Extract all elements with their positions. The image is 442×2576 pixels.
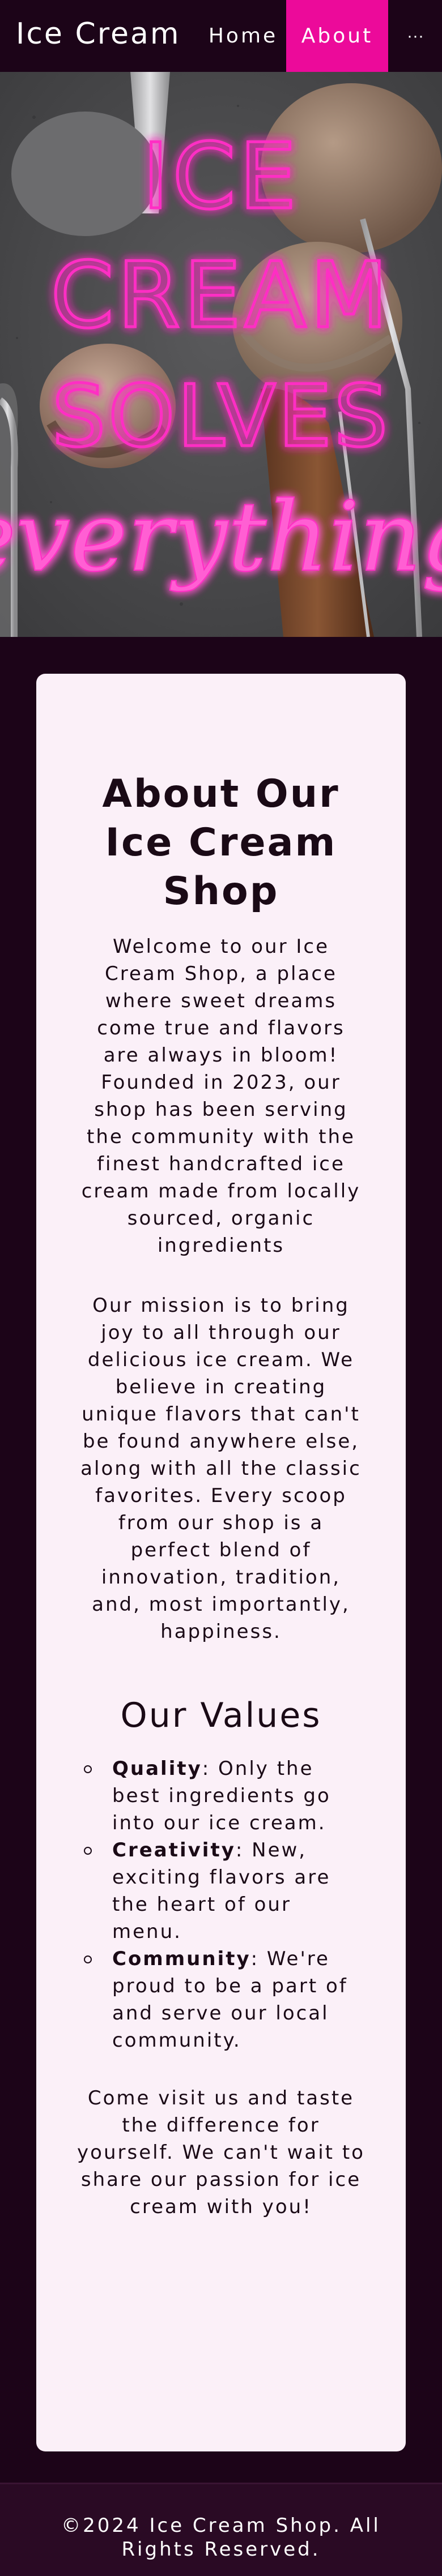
navbar: Ice Cream Home About ··· [0, 0, 442, 72]
values-heading: Our Values [120, 1696, 322, 1735]
ellipsis-icon[interactable]: ··· [397, 0, 434, 72]
nav-item-home[interactable]: Home [203, 0, 283, 72]
footer-copyright-line: ©2024 Ice Cream Shop. All [61, 2514, 381, 2537]
about-closing: Come visit us and taste the difference f… [77, 2087, 365, 2218]
value-item: Creativity: New, exciting flavors are th… [80, 1837, 362, 1945]
nav-item-about[interactable]: About [286, 0, 388, 72]
hero-photo: ICE CREAM SOLVES everything [0, 72, 442, 637]
hero-sign-script: everything [0, 481, 442, 593]
hero-sign-line: CREAM [50, 242, 391, 348]
value-item: Community: We're proud to be a part of a… [80, 1945, 362, 2054]
hero-sign-line: ICE [142, 123, 300, 229]
footer-copyright-line: Rights Reserved. [121, 2538, 321, 2561]
about-mission: Our mission is to bring joy to all throu… [80, 1294, 362, 1643]
value-name: Creativity [112, 1839, 236, 1862]
circle-bullet-icon [84, 1955, 92, 1963]
about-card: About Our Ice Cream Shop Welcome to our … [36, 674, 406, 2451]
value-name: Quality [112, 1757, 202, 1780]
hero-sign-line: SOLVES [52, 367, 390, 466]
value-item: Quality: Only the best ingredients go in… [80, 1755, 362, 1837]
footer: ©2024 Ice Cream Shop. All Rights Reserve… [0, 2483, 442, 2576]
value-name: Community [112, 1948, 251, 1970]
about-intro: Welcome to our Ice Cream Shop, a place w… [81, 935, 361, 1257]
footer-divider [0, 2483, 442, 2484]
brand-logo[interactable]: Ice Cream [16, 17, 181, 51]
circle-bullet-icon [84, 1847, 92, 1855]
values-list: Quality: Only the best ingredients go in… [80, 1755, 362, 2054]
circle-bullet-icon [84, 1765, 92, 1773]
hero-image: ICE CREAM SOLVES everything [0, 72, 442, 637]
page-title: About Our Ice Cream Shop [102, 772, 340, 914]
